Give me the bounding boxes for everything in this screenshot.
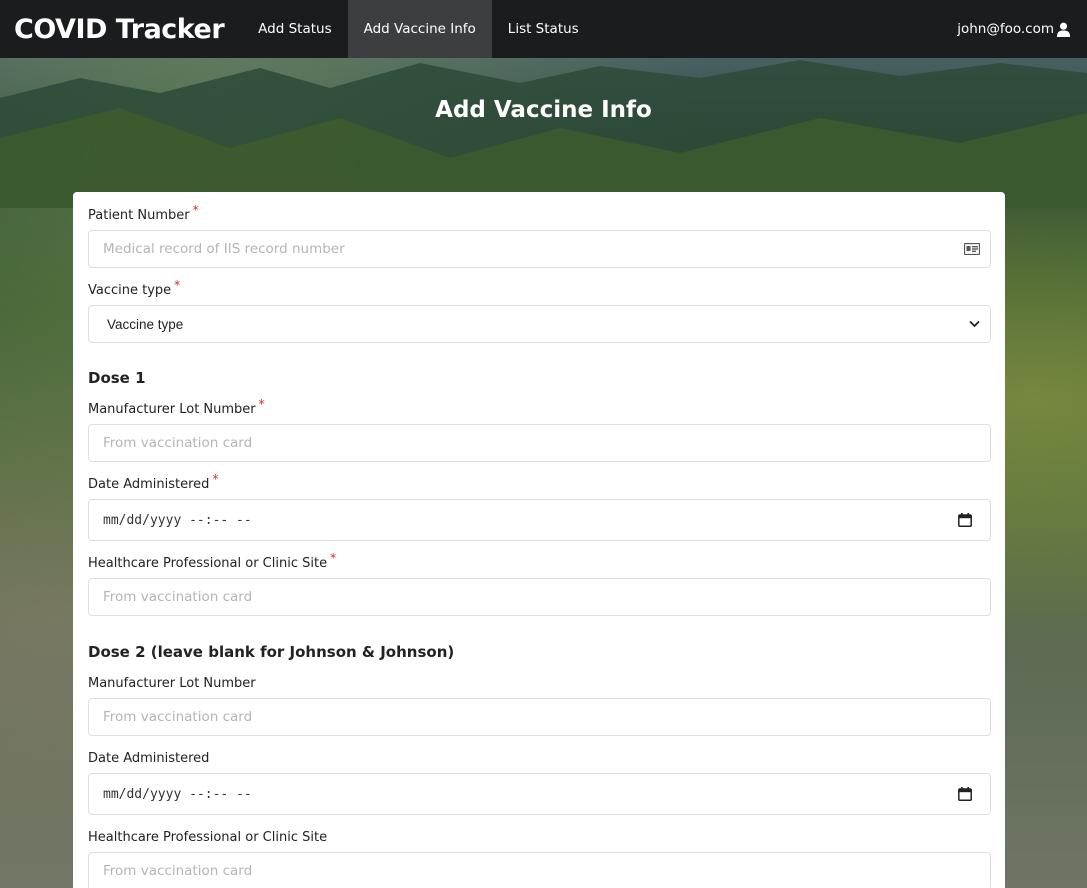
calendar-icon[interactable] <box>958 787 972 801</box>
patient-number-input[interactable]: Medical record of IIS record number <box>88 230 991 268</box>
dose1-site-placeholder: From vaccination card <box>103 589 253 605</box>
dose2-lot-label-text: Manufacturer Lot Number <box>88 676 256 691</box>
dose2-heading: Dose 2 (leave blank for Johnson & Johnso… <box>88 643 455 661</box>
patient-number-label: Patient Number * <box>88 203 199 223</box>
patient-number-label-text: Patient Number <box>88 208 190 223</box>
user-email: john@foo.com <box>957 21 1054 37</box>
dose2-site-label-text: Healthcare Professional or Clinic Site <box>88 830 328 845</box>
dose2-date-label-text: Date Administered <box>88 751 210 766</box>
vaccine-type-selected: Vaccine type <box>107 316 184 332</box>
page-title: Add Vaccine Info <box>435 97 652 123</box>
dose1-date-input[interactable]: mm/dd/yyyy --:-- -- <box>88 499 991 541</box>
dose2-date-input[interactable]: mm/dd/yyyy --:-- -- <box>88 773 991 815</box>
dose2-site-placeholder: From vaccination card <box>103 863 253 879</box>
required-mark: * <box>174 278 181 292</box>
nav-add-status[interactable]: Add Status <box>242 0 347 58</box>
dose1-date-value: mm/dd/yyyy --:-- -- <box>103 512 252 528</box>
vaccine-type-label: Vaccine type * <box>88 278 180 298</box>
dose1-date-label-text: Date Administered <box>88 477 210 492</box>
user-menu[interactable]: john@foo.com <box>957 0 1087 58</box>
dose1-lot-label-text: Manufacturer Lot Number <box>88 402 256 417</box>
dose1-site-label-text: Healthcare Professional or Clinic Site <box>88 556 328 571</box>
chevron-down-icon <box>969 320 980 328</box>
required-mark: * <box>212 472 219 486</box>
vaccine-form-card: Patient Number * Medical record of IIS re… <box>73 192 1005 888</box>
dose2-date-label: Date Administered <box>88 751 209 766</box>
nav-list-status[interactable]: List Status <box>492 0 595 58</box>
id-card-icon <box>964 243 980 255</box>
brand-logo[interactable]: COVID Tracker <box>0 0 238 58</box>
dose1-date-label: Date Administered * <box>88 472 218 492</box>
top-navbar: COVID Tracker Add Status Add Vaccine Inf… <box>0 0 1087 58</box>
dose1-site-input[interactable]: From vaccination card <box>88 578 991 616</box>
dose2-date-value: mm/dd/yyyy --:-- -- <box>103 786 252 802</box>
dose1-lot-placeholder: From vaccination card <box>103 435 253 451</box>
dose1-lot-label: Manufacturer Lot Number * <box>88 397 265 417</box>
vaccine-type-select[interactable]: Vaccine type <box>88 305 991 343</box>
background-mountains <box>0 60 1087 208</box>
required-mark: * <box>192 203 199 217</box>
nav-add-vaccine-info[interactable]: Add Vaccine Info <box>347 0 492 58</box>
dose2-lot-input[interactable]: From vaccination card <box>88 698 991 736</box>
dose2-lot-placeholder: From vaccination card <box>103 709 253 725</box>
user-icon <box>1056 22 1071 37</box>
dose1-heading: Dose 1 <box>88 369 146 387</box>
dose2-site-input[interactable]: From vaccination card <box>88 852 991 888</box>
dose1-lot-input[interactable]: From vaccination card <box>88 424 991 462</box>
required-mark: * <box>258 397 265 411</box>
vaccine-type-label-text: Vaccine type <box>88 283 172 298</box>
required-mark: * <box>330 551 337 565</box>
dose1-site-label: Healthcare Professional or Clinic Site * <box>88 551 336 571</box>
dose2-site-label: Healthcare Professional or Clinic Site <box>88 830 327 845</box>
calendar-icon[interactable] <box>958 513 972 527</box>
dose2-lot-label: Manufacturer Lot Number <box>88 676 256 691</box>
patient-number-placeholder: Medical record of IIS record number <box>103 241 345 257</box>
